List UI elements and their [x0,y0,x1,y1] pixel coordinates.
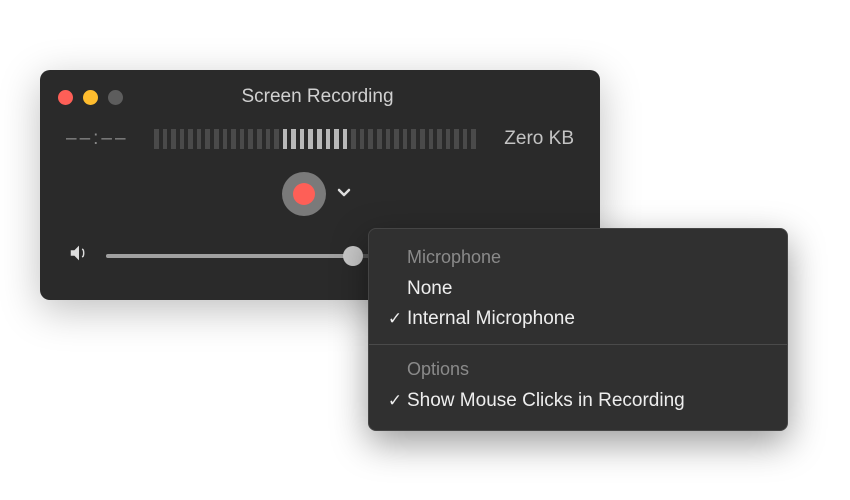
microphone-item[interactable]: None [369,274,787,304]
meter-segment [240,129,245,149]
titlebar: Screen Recording [40,84,600,110]
meter-segment [300,129,305,149]
meter-segment [463,129,468,149]
meter-segment [471,129,476,149]
window-title: Screen Recording [123,86,512,108]
meter-segment [214,129,219,149]
meter-segment [429,129,434,149]
zoom-button[interactable] [108,90,123,105]
meter-segment [377,129,382,149]
microphone-item-label: None [407,278,452,300]
file-size-display: Zero KB [494,128,574,150]
volume-fill [106,254,353,258]
meter-segment [403,129,408,149]
microphone-item-label: Internal Microphone [407,308,575,330]
meter-segment [351,129,356,149]
record-dot-icon [293,183,315,205]
option-item[interactable]: ✓Show Mouse Clicks in Recording [369,386,787,416]
checkmark-icon: ✓ [383,391,407,411]
meter-segment [188,129,193,149]
time-display: ––:–– [66,128,136,150]
record-button[interactable] [282,172,326,216]
info-row: ––:–– Zero KB [40,110,600,150]
meter-segment [437,129,442,149]
speaker-icon [68,242,90,269]
meter-segment [334,129,339,149]
checkmark-icon: ✓ [383,309,407,329]
audio-level-meter [154,128,476,150]
options-chevron-icon[interactable] [330,184,358,205]
options-dropdown: Microphone None✓Internal Microphone Opti… [368,228,788,431]
microphone-section-title: Microphone [369,243,787,274]
meter-segment [197,129,202,149]
meter-segment [231,129,236,149]
meter-segment [274,129,279,149]
meter-segment [317,129,322,149]
minimize-button[interactable] [83,90,98,105]
option-item-label: Show Mouse Clicks in Recording [407,390,685,412]
meter-segment [248,129,253,149]
volume-thumb[interactable] [343,246,363,266]
record-controls [40,150,600,216]
meter-segment [343,129,348,149]
options-section-title: Options [369,355,787,386]
meter-segment [223,129,228,149]
meter-segment [291,129,296,149]
microphone-item[interactable]: ✓Internal Microphone [369,304,787,334]
close-button[interactable] [58,90,73,105]
meter-segment [205,129,210,149]
meter-segment [257,129,262,149]
meter-segment [420,129,425,149]
meter-segment [163,129,168,149]
traffic-lights [58,90,123,105]
meter-segment [180,129,185,149]
meter-segment [454,129,459,149]
meter-segment [308,129,313,149]
meter-segment [386,129,391,149]
meter-segment [154,129,159,149]
meter-segment [394,129,399,149]
meter-segment [411,129,416,149]
meter-segment [446,129,451,149]
meter-segment [368,129,373,149]
dropdown-divider [369,344,787,345]
meter-segment [326,129,331,149]
meter-segment [171,129,176,149]
meter-segment [283,129,288,149]
meter-segment [266,129,271,149]
meter-segment [360,129,365,149]
